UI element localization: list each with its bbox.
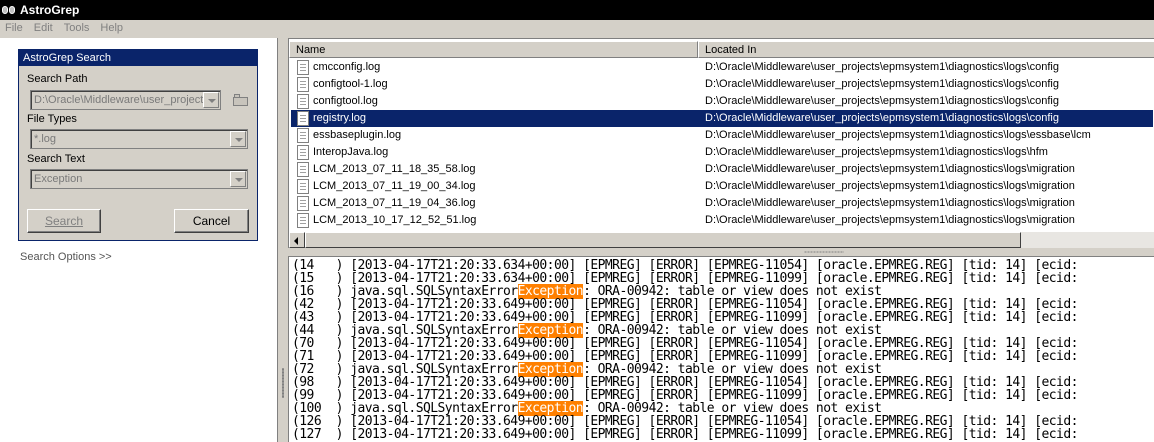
file-location: D:\Oracle\Middleware\user_projects\epmsy… bbox=[705, 61, 1059, 73]
file-name: configtool-1.log bbox=[313, 78, 388, 90]
horizontal-scrollbar[interactable] bbox=[289, 232, 1154, 248]
file-row[interactable]: LCM_2013_07_11_19_00_34.log D:\Oracle\Mid… bbox=[291, 178, 1153, 195]
menu-file[interactable]: File bbox=[0, 22, 29, 34]
document-icon bbox=[297, 77, 309, 92]
document-icon bbox=[297, 213, 309, 228]
file-name: cmcconfig.log bbox=[313, 61, 381, 73]
search-panel: AstroGrep Search Search Path D:\Oracle\M… bbox=[18, 49, 258, 241]
file-types-value: *.log bbox=[34, 133, 57, 145]
file-name: registry.log bbox=[313, 112, 366, 124]
file-row[interactable]: LCM_2013_10_17_12_52_51.log D:\Oracle\Mid… bbox=[291, 212, 1153, 229]
file-list-header: Name Located In bbox=[289, 41, 1154, 58]
search-path-value: D:\Oracle\Middleware\user_projects bbox=[34, 94, 209, 106]
cancel-button[interactable]: Cancel bbox=[174, 209, 249, 233]
file-location: D:\Oracle\Middleware\user_projects\epmsy… bbox=[705, 95, 1059, 107]
document-icon bbox=[297, 196, 309, 211]
file-row[interactable]: essbaseplugin.log D:\Oracle\Middleware\us… bbox=[291, 127, 1153, 144]
file-location: D:\Oracle\Middleware\user_projects\epmsy… bbox=[705, 214, 1075, 226]
document-icon bbox=[297, 179, 309, 194]
file-row[interactable]: LCM_2013_07_11_18_35_58.log D:\Oracle\Mid… bbox=[291, 161, 1153, 178]
search-panel-header: AstroGrep Search bbox=[19, 50, 257, 66]
file-location: D:\Oracle\Middleware\user_projects\epmsy… bbox=[705, 129, 1091, 141]
menu-bar: File Edit Tools Help bbox=[0, 20, 1154, 36]
file-row[interactable]: configtool.log D:\Oracle\Middleware\user_… bbox=[291, 93, 1153, 110]
document-icon bbox=[297, 162, 309, 177]
file-name: LCM_2013_10_17_12_52_51.log bbox=[313, 214, 477, 226]
left-panel: AstroGrep Search Search Path D:\Oracle\M… bbox=[0, 38, 278, 442]
grip-icon bbox=[804, 251, 844, 253]
menu-help[interactable]: Help bbox=[95, 22, 129, 34]
document-icon bbox=[297, 145, 309, 160]
result-text: (127 ) [2013-04-17T21:20:33.649+00:00] [… bbox=[292, 427, 1078, 442]
grip-icon bbox=[282, 368, 284, 398]
document-icon bbox=[297, 94, 309, 109]
vertical-splitter[interactable] bbox=[278, 38, 288, 442]
document-icon bbox=[297, 111, 309, 126]
window-title: AstroGrep bbox=[20, 3, 80, 17]
binoculars-icon bbox=[2, 3, 16, 17]
chevron-down-icon[interactable] bbox=[203, 92, 219, 108]
folder-open-icon[interactable] bbox=[233, 94, 249, 106]
search-text-value: Exception bbox=[34, 173, 83, 185]
file-location: D:\Oracle\Middleware\user_projects\epmsy… bbox=[705, 180, 1075, 192]
column-header-location[interactable]: Located In bbox=[698, 41, 1154, 58]
result-line: (127 ) [2013-04-17T21:20:33.649+00:00] [… bbox=[292, 428, 1078, 441]
file-location: D:\Oracle\Middleware\user_projects\epmsy… bbox=[705, 78, 1059, 90]
file-row[interactable]: registry.log D:\Oracle\Middleware\user_pr… bbox=[291, 110, 1153, 127]
file-row[interactable]: configtool-1.log D:\Oracle\Middleware\use… bbox=[291, 76, 1153, 93]
search-path-combo[interactable]: D:\Oracle\Middleware\user_projects bbox=[30, 90, 221, 110]
scroll-left-icon[interactable] bbox=[289, 232, 305, 248]
file-list: Name Located In cmcconfig.log D:\Oracle\M… bbox=[288, 38, 1154, 248]
file-location: D:\Oracle\Middleware\user_projects\epmsy… bbox=[705, 197, 1075, 209]
file-row[interactable]: LCM_2013_07_11_19_04_36.log D:\Oracle\Mid… bbox=[291, 195, 1153, 212]
file-row[interactable]: cmcconfig.log D:\Oracle\Middleware\user_p… bbox=[291, 59, 1153, 76]
file-name: LCM_2013_07_11_19_04_36.log bbox=[313, 197, 476, 209]
file-types-combo[interactable]: *.log bbox=[30, 129, 248, 149]
document-icon bbox=[297, 128, 309, 143]
search-button[interactable]: Search bbox=[27, 209, 101, 233]
scrollbar-thumb[interactable] bbox=[305, 232, 1021, 248]
file-row[interactable]: InteropJava.log D:\Oracle\Middleware\user… bbox=[291, 144, 1153, 161]
file-name: configtool.log bbox=[313, 95, 378, 107]
chevron-down-icon[interactable] bbox=[230, 131, 246, 147]
file-types-label: File Types bbox=[27, 113, 77, 125]
chevron-down-icon[interactable] bbox=[230, 171, 246, 187]
file-location: D:\Oracle\Middleware\user_projects\epmsy… bbox=[705, 112, 1059, 124]
file-location: D:\Oracle\Middleware\user_projects\epmsy… bbox=[705, 146, 1048, 158]
file-name: LCM_2013_07_11_19_00_34.log bbox=[313, 180, 476, 192]
file-name: InteropJava.log bbox=[313, 146, 389, 158]
title-bar: AstroGrep bbox=[0, 0, 1154, 20]
search-text-combo[interactable]: Exception bbox=[30, 169, 248, 189]
document-icon bbox=[297, 60, 309, 75]
menu-edit[interactable]: Edit bbox=[29, 22, 59, 34]
search-options-link[interactable]: Search Options >> bbox=[20, 251, 112, 263]
results-text-area[interactable]: (14 ) [2013-04-17T21:20:33.634+00:00] [E… bbox=[288, 256, 1154, 442]
menu-tools[interactable]: Tools bbox=[59, 22, 96, 34]
horizontal-splitter[interactable] bbox=[288, 248, 1154, 256]
file-name: essbaseplugin.log bbox=[313, 129, 402, 141]
file-location: D:\Oracle\Middleware\user_projects\epmsy… bbox=[705, 163, 1075, 175]
file-name: LCM_2013_07_11_18_35_58.log bbox=[313, 163, 476, 175]
search-text-label: Search Text bbox=[27, 153, 85, 165]
search-path-label: Search Path bbox=[27, 73, 88, 85]
column-header-name[interactable]: Name bbox=[289, 41, 698, 58]
